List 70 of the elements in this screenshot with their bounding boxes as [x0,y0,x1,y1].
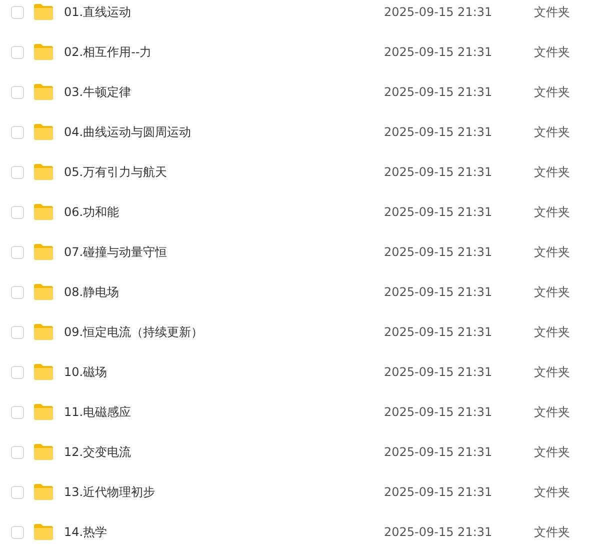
file-type: 文件夹 [534,324,570,340]
folder-icon [33,43,54,61]
folder-icon [33,323,54,341]
file-name[interactable]: 08.静电场 [64,284,384,300]
folder-icon [33,283,54,301]
modified-date: 2025-09-15 21:31 [384,485,494,499]
folder-icon [33,523,54,541]
modified-date: 2025-09-15 21:31 [384,165,494,179]
checkbox[interactable] [11,6,24,18]
file-name[interactable]: 11.电磁感应 [64,404,384,420]
checkbox[interactable] [11,246,24,258]
checkbox[interactable] [11,406,24,418]
modified-date: 2025-09-15 21:31 [384,325,494,339]
file-name[interactable]: 05.万有引力与航天 [64,164,384,180]
modified-date: 2025-09-15 21:31 [384,285,494,299]
file-type: 文件夹 [534,484,570,500]
modified-date: 2025-09-15 21:31 [384,5,494,19]
modified-date: 2025-09-15 21:31 [384,445,494,459]
file-type: 文件夹 [534,204,570,220]
modified-date: 2025-09-15 21:31 [384,45,494,59]
file-type: 文件夹 [534,164,570,180]
file-type: 文件夹 [534,44,570,60]
folder-icon [33,403,54,421]
file-type: 文件夹 [534,284,570,300]
file-name[interactable]: 13.近代物理初步 [64,484,384,500]
file-name[interactable]: 01.直线运动 [64,4,384,20]
folder-icon [33,363,54,381]
checkbox[interactable] [11,446,24,458]
checkbox[interactable] [11,166,24,178]
folder-icon [33,483,54,501]
modified-date: 2025-09-15 21:31 [384,525,494,539]
checkbox[interactable] [11,486,24,498]
file-name[interactable]: 10.磁场 [64,364,384,380]
file-name[interactable]: 06.功和能 [64,204,384,220]
folder-icon [33,443,54,461]
file-type: 文件夹 [534,404,570,420]
file-type: 文件夹 [534,4,570,20]
file-name[interactable]: 04.曲线运动与圆周运动 [64,124,384,140]
checkbox[interactable] [11,86,24,98]
folder-icon [33,83,54,101]
folder-icon [33,163,54,181]
file-type: 文件夹 [534,444,570,460]
folder-icon [33,3,54,21]
folder-icon [33,203,54,221]
file-name[interactable]: 12.交变电流 [64,444,384,460]
checkbox[interactable] [11,286,24,298]
modified-date: 2025-09-15 21:31 [384,405,494,419]
modified-date: 2025-09-15 21:31 [384,365,494,379]
checkbox[interactable] [11,526,24,538]
file-name[interactable]: 09.恒定电流（持续更新） [64,324,384,340]
folder-icon [33,243,54,261]
file-type: 文件夹 [534,124,570,140]
modified-date: 2025-09-15 21:31 [384,245,494,259]
checkbox[interactable] [11,206,24,218]
file-type: 文件夹 [534,364,570,380]
checkbox[interactable] [11,326,24,338]
modified-date: 2025-09-15 21:31 [384,85,494,99]
file-type: 文件夹 [534,244,570,260]
file-name[interactable]: 07.碰撞与动量守恒 [64,244,384,260]
file-name[interactable]: 14.热学 [64,524,384,540]
modified-date: 2025-09-15 21:31 [384,205,494,219]
file-name[interactable]: 02.相互作用--力 [64,44,384,60]
file-type: 文件夹 [534,84,570,100]
checkbox[interactable] [11,46,24,58]
modified-date: 2025-09-15 21:31 [384,125,494,139]
checkbox[interactable] [11,366,24,378]
checkbox[interactable] [11,126,24,138]
folder-icon [33,123,54,141]
file-type: 文件夹 [534,524,570,540]
file-name[interactable]: 03.牛顿定律 [64,84,384,100]
